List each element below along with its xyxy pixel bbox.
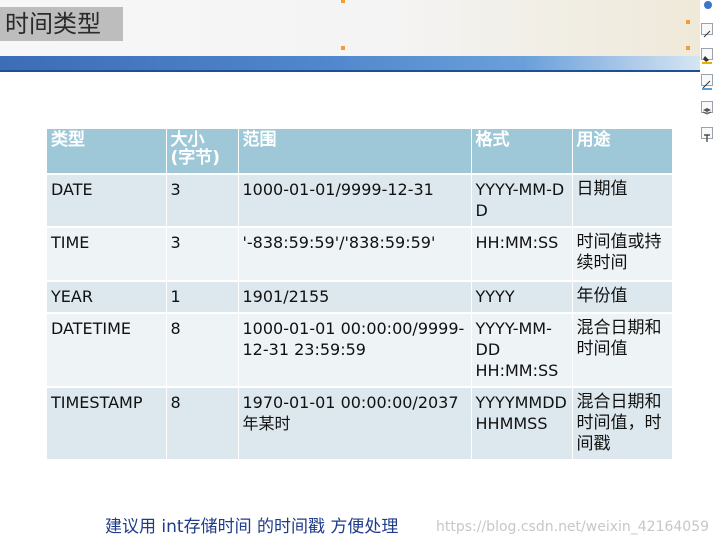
cell-type: TIME xyxy=(47,227,166,282)
cell-size: 1 xyxy=(165,281,238,314)
cell-size: 8 xyxy=(165,387,238,461)
cell-format: YYYY-MM-DD xyxy=(470,174,572,228)
cell-range: 1000-01-01 00:00:00/9999-12-31 23:59:59 xyxy=(237,313,471,388)
cell-range: 1970-01-01 00:00:00/2037 年某时 xyxy=(237,387,471,461)
cell-use: 日期值 xyxy=(571,174,672,228)
cell-format: HH:MM:SS xyxy=(470,227,572,282)
time-types-table: 类型 大小 (字节) 范围 格式 用途 DATE 3 1000-01-01/99… xyxy=(47,129,672,461)
cell-format: YYYYMMDD HHMMSS xyxy=(470,387,572,461)
header-size: 大小 (字节) xyxy=(165,129,238,175)
header-band-line xyxy=(0,70,700,72)
fill-icon[interactable] xyxy=(701,48,713,64)
header-type: 类型 xyxy=(47,129,166,175)
cell-range: '-838:59:59'/'838:59:59' xyxy=(237,227,471,282)
cell-size: 3 xyxy=(165,174,238,228)
table-header-row: 类型 大小 (字节) 范围 格式 用途 xyxy=(47,129,672,175)
cell-range: 1901/2155 xyxy=(237,281,471,314)
cell-size: 3 xyxy=(165,227,238,282)
orange-dot xyxy=(341,46,345,50)
advice-note: 建议用 int存储时间 的时间戳 方便处理 xyxy=(105,517,399,537)
table-row: DATETIME 8 1000-01-01 00:00:00/9999-12-3… xyxy=(47,313,672,388)
cell-size: 8 xyxy=(165,313,238,388)
orange-dot xyxy=(341,0,345,3)
table-row: DATE 3 1000-01-01/9999-12-31 YYYY-MM-DD … xyxy=(47,174,672,228)
cell-use: 混合日期和时间值，时间戳 xyxy=(571,387,672,461)
draw-icon[interactable] xyxy=(701,74,713,90)
table-row: YEAR 1 1901/2155 YYYY 年份值 xyxy=(47,281,672,314)
header-format: 格式 xyxy=(470,129,572,175)
cell-type: TIMESTAMP xyxy=(47,387,166,461)
table-row: TIME 3 '-838:59:59'/'838:59:59' HH:MM:SS… xyxy=(47,227,672,282)
cell-type: DATE xyxy=(47,174,166,228)
cell-type: YEAR xyxy=(47,281,166,314)
cell-format: YYYY-MM-DD HH:MM:SS xyxy=(470,313,572,388)
circle-icon[interactable] xyxy=(704,1,712,9)
watermark-url: https://blog.csdn.net/weixin_42164059 xyxy=(436,519,710,535)
layers-icon[interactable] xyxy=(701,101,713,115)
header-range: 范围 xyxy=(237,129,471,175)
header-band xyxy=(0,56,700,71)
cell-range: 1000-01-01/9999-12-31 xyxy=(237,174,471,228)
cell-use: 时间值或持续时间 xyxy=(571,227,672,282)
cell-use: 年份值 xyxy=(571,281,672,314)
edit-icon[interactable] xyxy=(701,23,713,38)
cell-type: DATETIME xyxy=(47,313,166,388)
slide-title: 时间类型 xyxy=(0,7,123,41)
header-use: 用途 xyxy=(571,129,672,175)
cell-format: YYYY xyxy=(470,281,572,314)
cell-use: 混合日期和时间值 xyxy=(571,313,672,388)
orange-dot xyxy=(686,46,690,50)
text-icon[interactable] xyxy=(701,127,713,142)
table-row: TIMESTAMP 8 1970-01-01 00:00:00/2037 年某时… xyxy=(47,387,672,461)
orange-dot xyxy=(686,20,690,24)
